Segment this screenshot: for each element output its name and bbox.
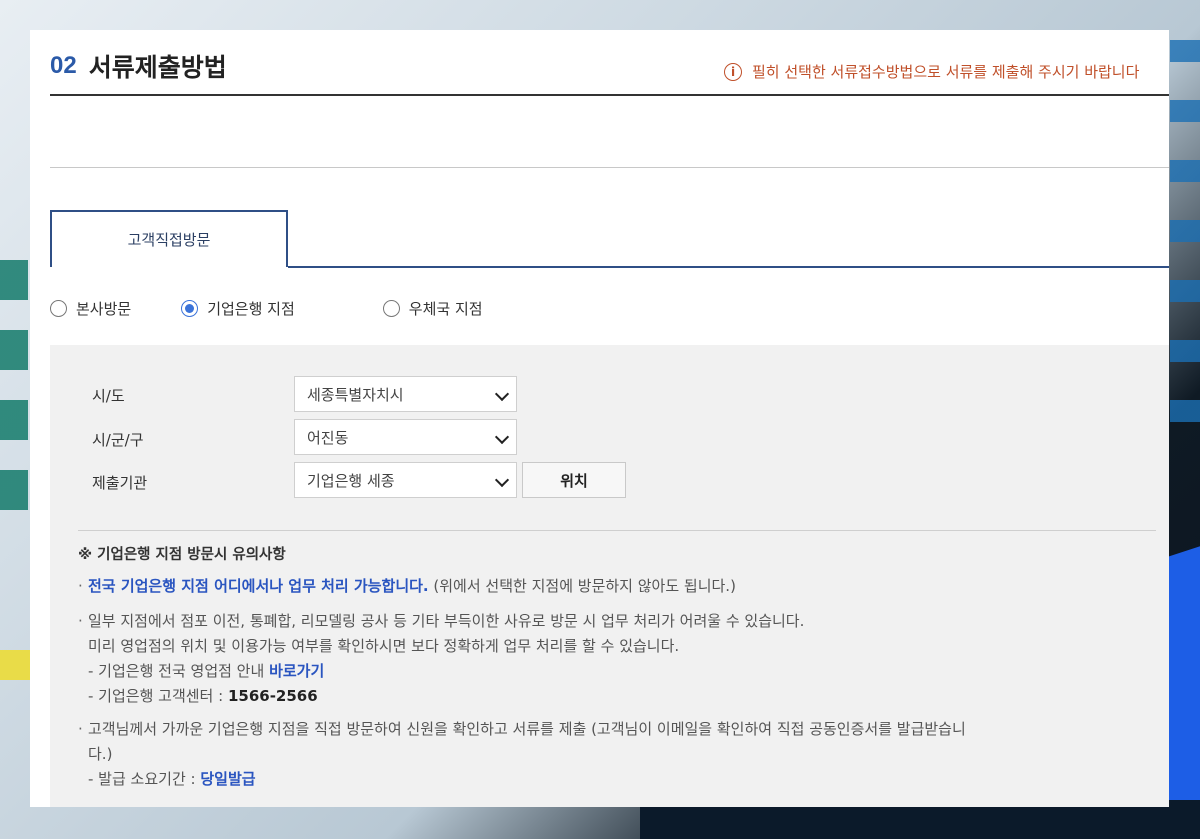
institution-value: 기업은행 세종: [307, 471, 395, 490]
tab-customer-visit[interactable]: 고객직접방문: [50, 210, 288, 267]
chevron-down-icon: [494, 472, 510, 488]
institution-label: 제출기관: [92, 474, 148, 492]
radio-ibk-branch[interactable]: 기업은행 지점: [181, 298, 295, 319]
title-divider: [50, 94, 1169, 96]
note-text: 다.): [88, 745, 113, 763]
radio-post-office[interactable]: 우체국 지점: [382, 298, 483, 319]
note-highlight: 전국 기업은행 지점 어디에서나 업무 처리 가능합니다.: [88, 577, 429, 595]
tab-underline: [288, 266, 1169, 268]
background-decoration: [0, 650, 32, 680]
radio-label: 기업은행 지점: [207, 300, 295, 318]
issue-period-value: 당일발급: [200, 770, 256, 788]
document-submission-panel: 02 서류제출방법 i 필히 선택한 서류접수방법으로 서류를 제출해 주시기 …: [30, 30, 1169, 807]
note-text: (위에서 선택한 지점에 방문하지 않아도 됩니다.): [428, 577, 736, 595]
visit-type-radio-group: 본사방문 기업은행 지점 우체국 지점: [50, 298, 483, 319]
radio-label: 본사방문: [76, 300, 132, 318]
divider: [78, 530, 1156, 531]
background-decoration: [0, 260, 28, 520]
section-number: 02: [50, 52, 77, 79]
note-text: - 기업은행 전국 영업점 안내: [88, 662, 270, 680]
sigungu-label: 시/군/구: [92, 431, 144, 449]
note-text: 일부 지점에서 점포 이전, 통폐합, 리모델링 공사 등 기타 부득이한 사유…: [88, 612, 805, 630]
sido-value: 세종특별자치시: [307, 385, 404, 404]
radio-button[interactable]: [382, 300, 400, 317]
page-title: 서류제출방법: [88, 53, 227, 82]
note-item: · 전국 기업은행 지점 어디에서나 업무 처리 가능합니다. (위에서 선택한 …: [78, 577, 736, 595]
radio-button-selected[interactable]: [181, 300, 199, 317]
notice-message: i 필히 선택한 서류접수방법으로 서류를 제출해 주시기 바랍니다: [724, 61, 1139, 82]
sido-label: 시/도: [92, 387, 125, 405]
tab-label: 고객직접방문: [127, 231, 211, 249]
sido-select[interactable]: 세종특별자치시: [294, 376, 517, 412]
call-center-number: 1566-2566: [227, 687, 318, 705]
sigungu-value: 어진동: [307, 428, 349, 447]
institution-select[interactable]: 기업은행 세종: [294, 462, 517, 498]
note-text: - 발급 소요기간 :: [88, 770, 201, 788]
branch-guide-link[interactable]: 바로가기: [269, 662, 324, 680]
radio-label: 우체국 지점: [408, 300, 483, 318]
note-text: 미리 영업점의 위치 및 이용가능 여부를 확인하시면 보다 정확하게 업무 처…: [88, 637, 680, 655]
info-icon: i: [724, 62, 742, 81]
sigungu-select[interactable]: 어진동: [294, 419, 517, 455]
radio-button[interactable]: [50, 300, 67, 317]
radio-head-office[interactable]: 본사방문: [50, 298, 131, 319]
note-item: · 고객님께서 가까운 기업은행 지점을 직접 방문하여 신원을 확인하고 서류를…: [78, 720, 966, 788]
location-button[interactable]: 위치: [522, 462, 626, 498]
chevron-down-icon: [494, 429, 510, 445]
note-text: - 기업은행 고객센터 :: [88, 687, 228, 705]
divider: [50, 167, 1169, 168]
branch-form-area: 시/도 세종특별자치시 시/군/구 어진동 제출기관 기업은행 세종 위치 ※ …: [50, 345, 1169, 807]
notice-text: 필히 선택한 서류접수방법으로 서류를 제출해 주시기 바랍니다: [752, 63, 1140, 81]
background-decoration: [1170, 40, 1200, 440]
notes-heading: ※ 기업은행 지점 방문시 유의사항: [78, 547, 286, 563]
note-item: · 일부 지점에서 점포 이전, 통폐합, 리모델링 공사 등 기타 부득이한 사…: [78, 612, 805, 705]
section-title: 02 서류제출방법: [50, 46, 227, 86]
note-text: 고객님께서 가까운 기업은행 지점을 직접 방문하여 신원을 확인하고 서류를 …: [88, 720, 966, 738]
chevron-down-icon: [494, 386, 510, 402]
